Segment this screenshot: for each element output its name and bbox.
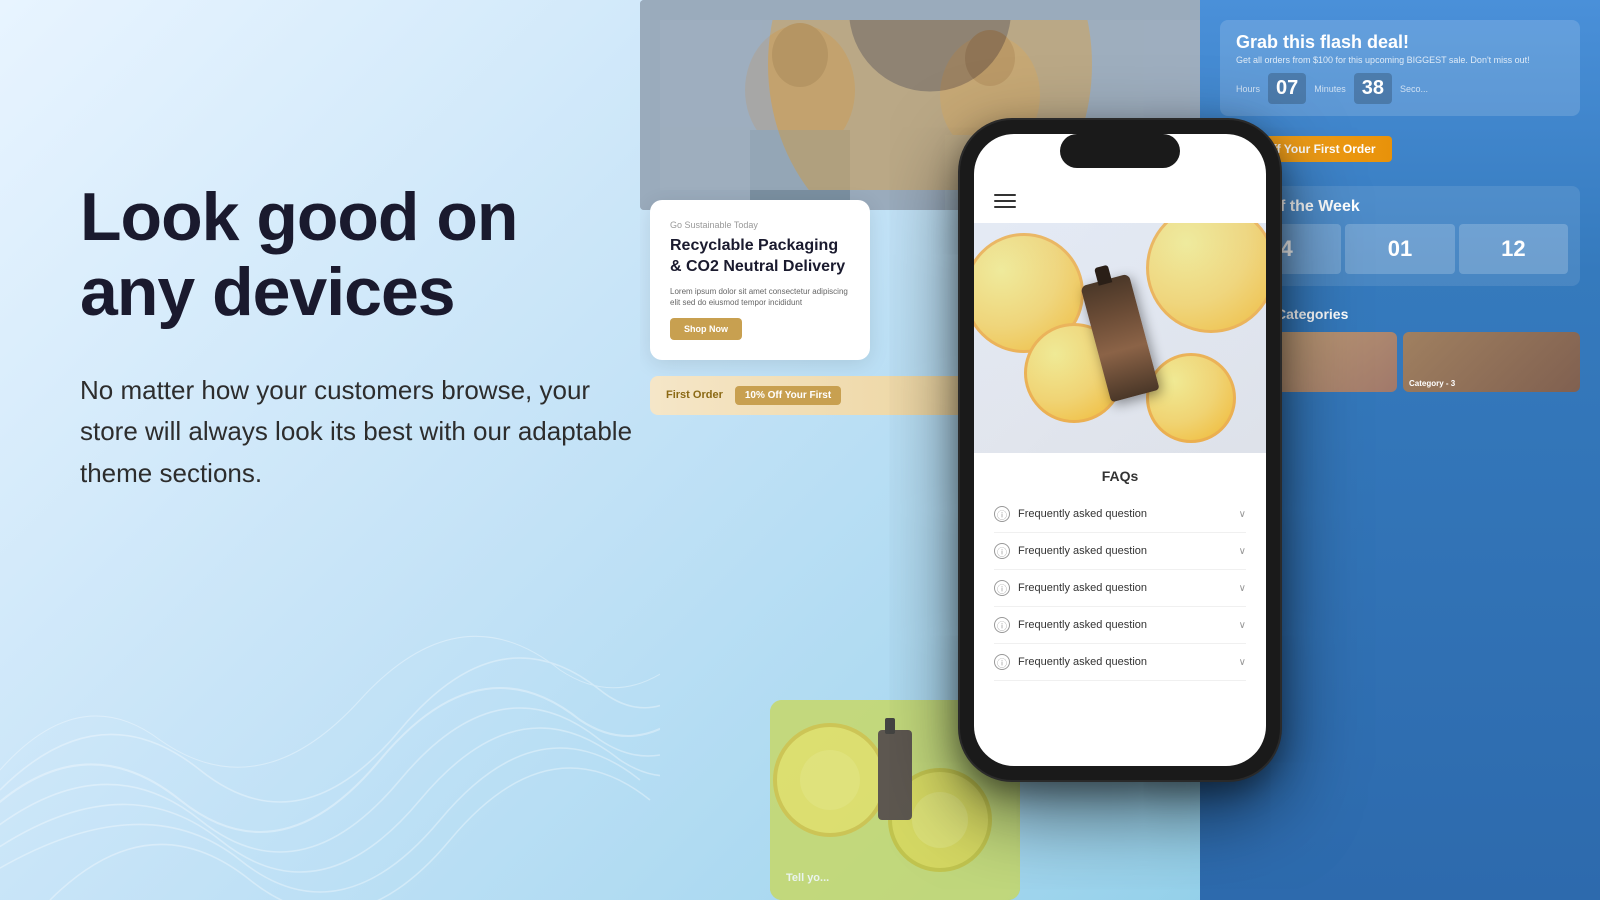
faq-info-icon-2: ⓘ xyxy=(994,543,1010,559)
timer-minutes-box: 38 xyxy=(1354,73,1392,104)
faq-chevron-4: ∨ xyxy=(1239,620,1246,631)
hamburger-line-3 xyxy=(994,206,1016,208)
offer-strip-label: First Order xyxy=(666,389,723,401)
category-item-2: Category - 3 xyxy=(1403,332,1580,392)
faq-chevron-1: ∨ xyxy=(1239,509,1246,520)
flash-deal-subtitle: Get all orders from $100 for this upcomi… xyxy=(1236,55,1564,65)
faq-chevron-5: ∨ xyxy=(1239,657,1246,668)
hours-label: Hours xyxy=(1236,84,1260,94)
faq-chevron-3: ∨ xyxy=(1239,583,1246,594)
faq-chevron-2: ∨ xyxy=(1239,546,1246,557)
faq-item-5[interactable]: ⓘ Frequently asked question ∨ xyxy=(994,644,1246,681)
left-bg-panels: Go Sustainable Today Recyclable Packagin… xyxy=(650,200,970,415)
faq-left-2: ⓘ Frequently asked question xyxy=(994,543,1147,559)
phone-product-image xyxy=(974,223,1266,453)
seconds-label: Seco... xyxy=(1400,84,1428,94)
deal-week-item-2: 01 xyxy=(1345,224,1454,274)
main-subtext: No matter how your customers browse, you… xyxy=(80,370,640,495)
deal-week-title: Deal of the Week xyxy=(1232,198,1568,216)
minutes-label: Minutes xyxy=(1314,84,1346,94)
deal-week-item-3: 12 xyxy=(1459,224,1568,274)
offer-strip: First Order 10% Off Your First xyxy=(650,376,970,415)
lemon-product-label: Tell yo... xyxy=(786,872,829,884)
deal-number-3: 12 xyxy=(1501,236,1525,262)
phone-screen: FAQs ⓘ Frequently asked question ∨ ⓘ Fre… xyxy=(974,134,1266,766)
eco-card-title: Recyclable Packaging & CO2 Neutral Deliv… xyxy=(670,236,850,278)
flash-deal-banner: Grab this flash deal! Get all orders fro… xyxy=(1220,20,1580,116)
hamburger-line-1 xyxy=(994,194,1016,196)
deal-week-grid: 4 01 12 xyxy=(1232,224,1568,274)
faq-info-icon-1: ⓘ xyxy=(994,506,1010,522)
faq-info-icon-3: ⓘ xyxy=(994,580,1010,596)
faq-text-2: Frequently asked question xyxy=(1018,545,1147,557)
eco-card-subtitle: Go Sustainable Today xyxy=(670,220,850,230)
left-section: Look good on any devices No matter how y… xyxy=(80,180,640,494)
dynamic-island xyxy=(1060,134,1180,168)
phone-mockup-container: FAQs ⓘ Frequently asked question ∨ ⓘ Fre… xyxy=(960,120,1280,780)
faq-left-1: ⓘ Frequently asked question xyxy=(994,506,1147,522)
flash-deal-title: Grab this flash deal! xyxy=(1236,32,1564,53)
faqs-title: FAQs xyxy=(994,468,1246,484)
eco-card: Go Sustainable Today Recyclable Packagin… xyxy=(650,200,870,360)
faq-text-1: Frequently asked question xyxy=(1018,508,1147,520)
faq-left-4: ⓘ Frequently asked question xyxy=(994,617,1147,633)
timer-hours-box: 07 xyxy=(1268,73,1306,104)
faq-text-3: Frequently asked question xyxy=(1018,582,1147,594)
deal-number-1: 4 xyxy=(1281,236,1293,262)
faq-info-icon-4: ⓘ xyxy=(994,617,1010,633)
faq-item-3[interactable]: ⓘ Frequently asked question ∨ xyxy=(994,570,1246,607)
deal-number-2: 01 xyxy=(1388,236,1412,262)
faq-info-icon-5: ⓘ xyxy=(994,654,1010,670)
timer-row: Hours 07 Minutes 38 Seco... xyxy=(1236,73,1564,104)
eco-shop-now-button[interactable]: Shop Now xyxy=(670,318,742,340)
faq-text-4: Frequently asked question xyxy=(1018,619,1147,631)
category-label-2: Category - 3 xyxy=(1409,379,1455,388)
hamburger-line-2 xyxy=(994,200,1016,202)
phone-faqs-section: FAQs ⓘ Frequently asked question ∨ ⓘ Fre… xyxy=(974,453,1266,696)
phone-frame: FAQs ⓘ Frequently asked question ∨ ⓘ Fre… xyxy=(960,120,1280,780)
faq-item-4[interactable]: ⓘ Frequently asked question ∨ xyxy=(994,607,1246,644)
eco-card-desc: Lorem ipsum dolor sit amet consectetur a… xyxy=(670,286,850,308)
wave-decoration xyxy=(0,520,660,900)
faq-item-1[interactable]: ⓘ Frequently asked question ∨ xyxy=(994,496,1246,533)
faq-text-5: Frequently asked question xyxy=(1018,656,1147,668)
faq-left-3: ⓘ Frequently asked question xyxy=(994,580,1147,596)
main-headline: Look good on any devices xyxy=(80,180,640,330)
faq-item-2[interactable]: ⓘ Frequently asked question ∨ xyxy=(994,533,1246,570)
faq-left-5: ⓘ Frequently asked question xyxy=(994,654,1147,670)
right-section: Tell yo... Go Sustainable Today Recyclab… xyxy=(640,0,1600,900)
offer-strip-badge: 10% Off Your First xyxy=(735,386,841,405)
hamburger-menu-button[interactable] xyxy=(994,194,1016,208)
